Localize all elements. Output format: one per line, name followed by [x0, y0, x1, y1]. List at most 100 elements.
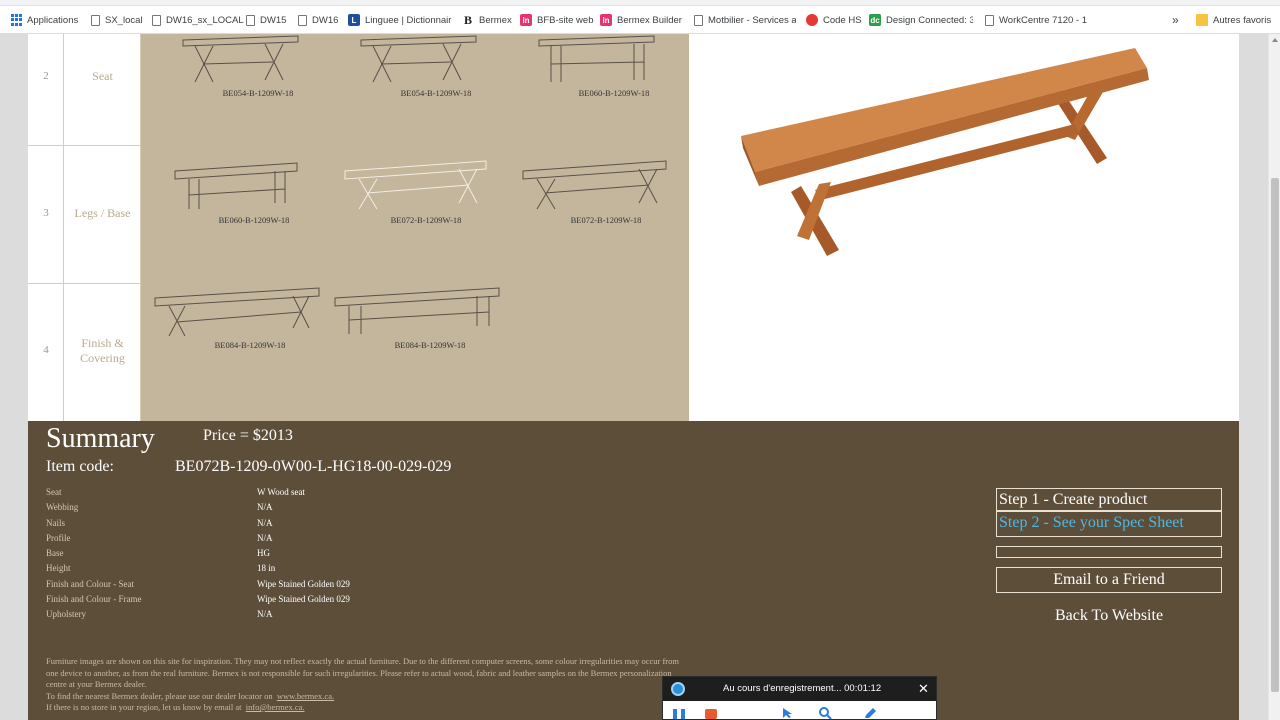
spec-value: HG [257, 548, 270, 558]
option-thumbnail[interactable]: BE084-B-1209W-18 [153, 284, 323, 354]
bench-sketch-icon [538, 35, 655, 82]
row-divider [28, 283, 141, 284]
step-label-finish-covering: Finish & Covering [80, 336, 125, 365]
spec-value: N/A [257, 502, 273, 512]
page-icon [694, 14, 703, 26]
stop-icon[interactable] [705, 709, 717, 719]
spec-value: 18 in [257, 563, 276, 573]
zoom-tool-icon[interactable] [818, 707, 832, 719]
spec-value: N/A [257, 533, 273, 543]
bookmark-dw15[interactable]: DW15 [246, 6, 286, 34]
option-thumbnail-selected[interactable]: BE072-B-1209W-18 [341, 159, 511, 229]
bookmark-motbilier[interactable]: Motbilier - Services a [694, 6, 796, 34]
option-thumbnail[interactable]: BE084-B-1209W-18 [333, 284, 503, 354]
spec-row: Finish and Colour - Frame Wipe Stained G… [46, 594, 546, 609]
bookmark-workcentre[interactable]: WorkCentre 7120 - 1 [985, 6, 1087, 34]
summary-title: Summary [46, 423, 155, 454]
step-label-seat: Seat [92, 69, 113, 83]
bookmark-applications[interactable]: Applications [10, 6, 78, 34]
page-icon [985, 14, 994, 26]
item-code-label: Item code: [46, 458, 114, 475]
bookmark-code-hs[interactable]: Code HS [806, 6, 862, 34]
pen-tool-icon[interactable] [863, 707, 877, 719]
spec-value: N/A [257, 609, 273, 619]
spec-label: Upholstery [46, 609, 86, 619]
bench-sketch-icon [174, 162, 298, 209]
bookmark-bermex-builder[interactable]: in Bermex Builder [600, 6, 682, 34]
spec-row: Base HG [46, 548, 546, 563]
spec-value: W Wood seat [257, 487, 305, 497]
spec-value: Wipe Stained Golden 029 [257, 579, 350, 589]
bench-sketch-icon [334, 287, 500, 334]
page-icon [91, 14, 100, 26]
bench-sketch-icon [522, 160, 667, 210]
step1-create-product-button[interactable]: Step 1 - Create product [996, 488, 1222, 511]
row-divider [28, 145, 141, 146]
spec-label: Finish and Colour - Seat [46, 579, 134, 589]
apps-grid-icon [10, 14, 22, 26]
bench-render-image [741, 48, 1149, 256]
linguee-icon: L [348, 14, 360, 26]
back-to-website-link[interactable]: Back To Website [996, 607, 1222, 625]
spec-row: Upholstery N/A [46, 609, 546, 624]
option-thumbnail[interactable]: BE054-B-1209W-18 [173, 34, 343, 104]
option-thumbnail[interactable]: BE072-B-1209W-18 [521, 159, 691, 229]
page-icon [152, 14, 161, 26]
step2-spec-sheet-button[interactable]: Step 2 - See your Spec Sheet [996, 511, 1222, 537]
spec-value: Wipe Stained Golden 029 [257, 594, 350, 604]
bench-sketch-icon [154, 287, 320, 337]
folder-icon [1196, 14, 1208, 26]
step-number: 2 [43, 70, 49, 82]
bench-sketch-icon [344, 160, 487, 210]
pause-icon[interactable] [673, 709, 685, 719]
spec-row: Height 18 in [46, 563, 546, 578]
spec-row: Webbing N/A [46, 502, 546, 517]
bench-sketch-icon [182, 35, 299, 83]
bench-sketch-icon [360, 35, 477, 83]
recorder-logo-icon [671, 682, 685, 696]
scrollbar-thumb[interactable] [1271, 178, 1279, 692]
bookmark-bermex[interactable]: B Bermex [462, 6, 512, 34]
bermex-website-link[interactable]: www.bermex.ca. [277, 691, 334, 701]
spec-row: Finish and Colour - Seat Wipe Stained Go… [46, 579, 546, 594]
step-label-legs-base: Legs / Base [74, 206, 131, 220]
bookmark-other-favorites[interactable]: Autres favoris [1196, 6, 1271, 34]
spec-label: Finish and Colour - Frame [46, 594, 142, 604]
invision-icon: in [600, 14, 612, 26]
bookmarks-overflow-button[interactable]: » [1172, 6, 1179, 34]
designconnected-icon: dc [869, 14, 881, 26]
bermex-b-icon: B [463, 12, 472, 27]
product-preview-image [735, 40, 1155, 260]
option-thumbnail[interactable]: BE060-B-1209W-18 [529, 34, 699, 104]
recorder-title-bar: Au cours d'enregistrement... 00:01:12 ✕ [663, 677, 936, 701]
step-number: 3 [43, 207, 49, 219]
screen-recorder-widget: Au cours d'enregistrement... 00:01:12 ✕ [662, 676, 937, 720]
scroll-up-icon[interactable] [1272, 38, 1278, 42]
bookmark-design-connected[interactable]: dc Design Connected: 3 [869, 6, 973, 34]
bermex-email-link[interactable]: info@bermex.ca. [246, 702, 305, 712]
bookmarks-bar: Applications SX_local DW16_sx_LOCAL DW15… [0, 6, 1280, 34]
bookmark-bfb-site-web[interactable]: in BFB-site web [520, 6, 594, 34]
page-scrollbar[interactable] [1268, 34, 1280, 720]
spec-label: Base [46, 548, 64, 558]
option-thumbnail[interactable]: BE054-B-1209W-18 [351, 34, 521, 104]
close-icon[interactable]: ✕ [918, 681, 929, 697]
bookmark-dw16[interactable]: DW16 [298, 6, 338, 34]
bookmark-sx-local[interactable]: SX_local [91, 6, 143, 34]
email-friend-button[interactable]: Email to a Friend [996, 567, 1222, 593]
page-icon [246, 14, 255, 26]
price-text: Price = $2013 [203, 427, 293, 444]
option-gallery: BE054-B-1209W-18 BE054-B-1209W-18 BE060-… [141, 34, 689, 421]
option-thumbnail[interactable]: BE060-B-1209W-18 [169, 159, 339, 229]
spec-row: Nails N/A [46, 518, 546, 533]
spec-label: Webbing [46, 502, 79, 512]
page-icon [298, 14, 307, 26]
spec-row: Seat W Wood seat [46, 487, 546, 502]
bookmark-linguee[interactable]: L Linguee | Dictionnair [348, 6, 454, 34]
spec-row: Profile N/A [46, 533, 546, 548]
cursor-tool-icon[interactable] [781, 707, 795, 719]
invision-icon: in [520, 14, 532, 26]
bookmark-dw16-sx-local[interactable]: DW16_sx_LOCAL [152, 6, 244, 34]
item-code-value: BE072B-1209-0W00-L-HG18-00-029-029 [175, 458, 452, 475]
empty-field[interactable] [996, 546, 1222, 558]
